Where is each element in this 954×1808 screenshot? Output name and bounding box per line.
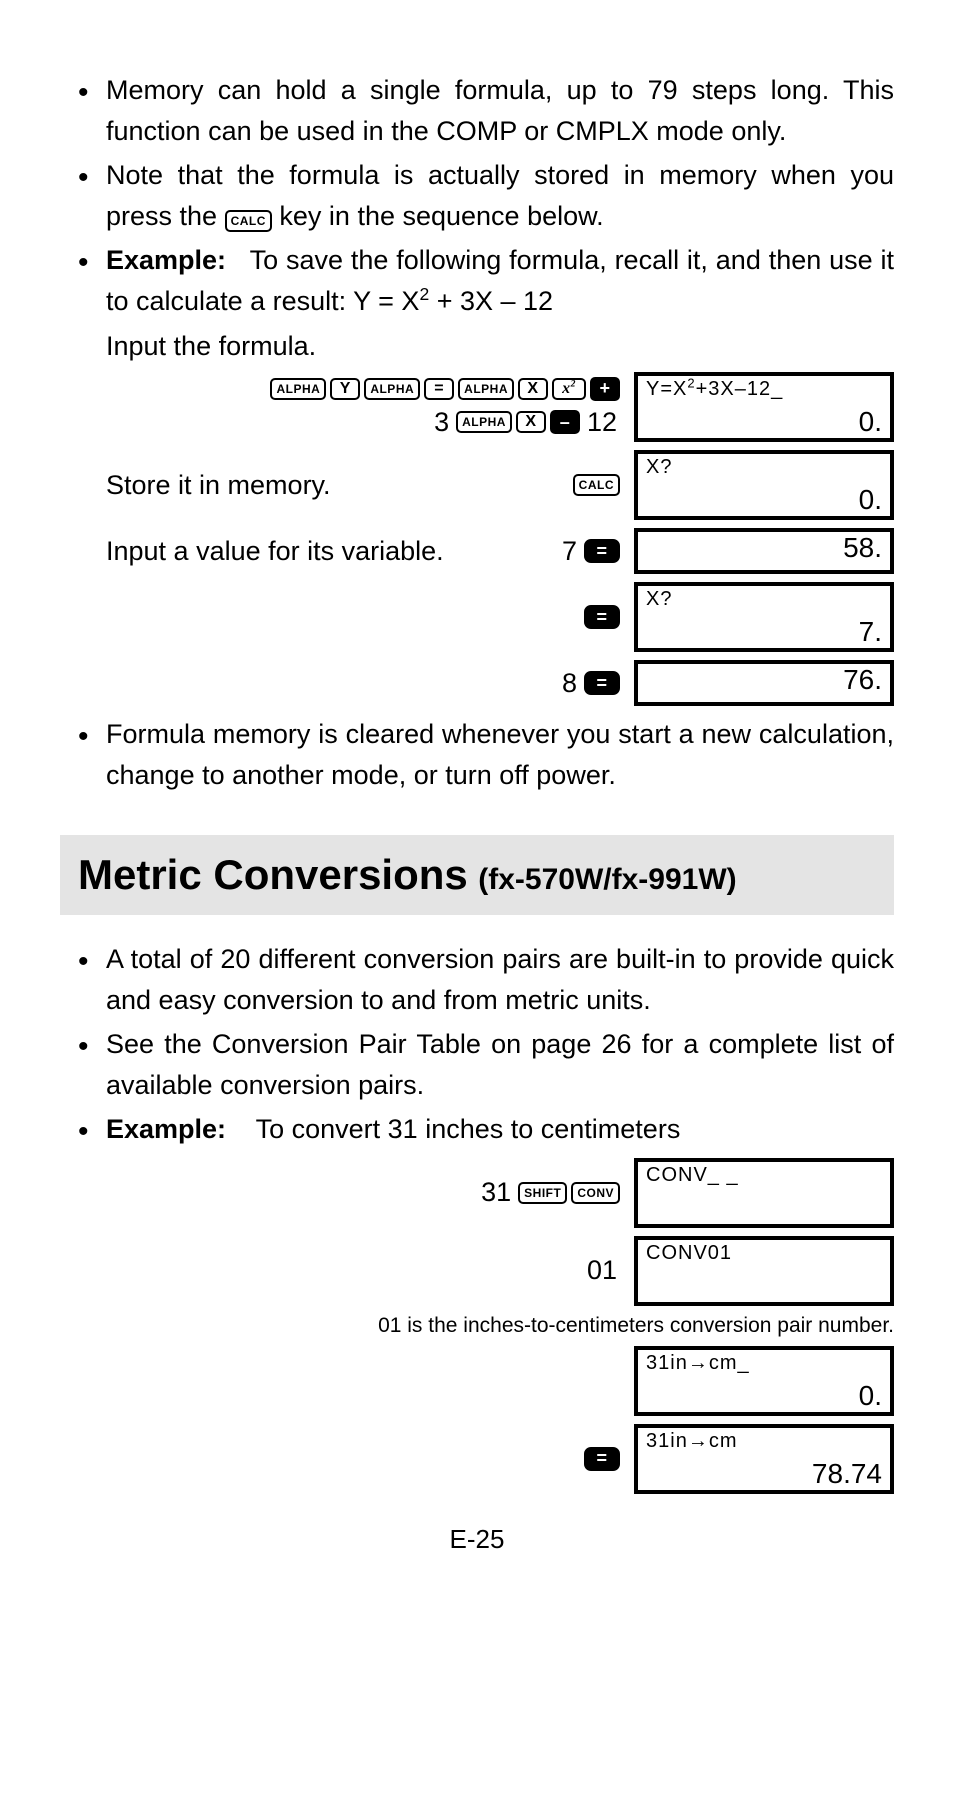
alpha-key: ALPHA <box>456 411 512 433</box>
calc-display: 58. <box>634 528 894 574</box>
example-text: To convert 31 inches to centimeters <box>256 1114 681 1144</box>
key-sequence: CALC <box>573 474 620 496</box>
y-key: Y <box>330 378 360 400</box>
step-row-3: Input a value for its variable. 7 = 58. <box>60 528 894 574</box>
step-label: Input a value for its variable. <box>60 536 559 567</box>
bullet-item: See the Conversion Pair Table on page 26… <box>60 1024 894 1105</box>
bullet-list-after: Formula memory is cleared whenever you s… <box>60 714 894 795</box>
calc-display: CONV_ _ <box>634 1158 894 1228</box>
example-text <box>234 1114 249 1144</box>
bullet-list-conv: A total of 20 different conversion pairs… <box>60 939 894 1150</box>
literal-31: 31 <box>481 1177 511 1208</box>
display-bottom-line <box>646 1194 882 1222</box>
alpha-key: ALPHA <box>458 378 514 400</box>
bullet-item: Note that the formula is actually stored… <box>60 155 894 236</box>
example-bullet: Example: To convert 31 inches to centime… <box>60 1109 894 1150</box>
equals-key: = <box>424 378 454 400</box>
bullet-item: A total of 20 different conversion pairs… <box>60 939 894 1020</box>
calc-display: X? 0. <box>634 450 894 520</box>
display-top-line: 31in→cm <box>646 1430 882 1452</box>
heading-sub: (fx-570W/fx-991W) <box>478 863 736 896</box>
calc-display: Y=X2+3X–12_ 0. <box>634 372 894 442</box>
equals-exec-key: = <box>584 605 620 629</box>
example-bullet: Example: To save the following formula, … <box>60 240 894 321</box>
step-row-1: ALPHA Y ALPHA = ALPHA X x2 + 3 ALPHA X –… <box>60 372 894 442</box>
display-top-line: Y=X2+3X–12_ <box>646 378 882 400</box>
display-bottom-line: 78.74 <box>646 1460 882 1488</box>
literal-3: 3 <box>434 407 449 438</box>
x-key: X <box>516 411 546 433</box>
key-sequence: 7 = <box>559 536 620 567</box>
conv-row-1: 31 SHIFT CONV CONV_ _ <box>60 1158 894 1228</box>
literal-01: 01 <box>587 1255 617 1286</box>
key-sequence: = <box>584 1447 620 1471</box>
conversion-pair-note: 01 is the inches-to-centimeters conversi… <box>60 1314 894 1338</box>
bullet-item: Formula memory is cleared whenever you s… <box>60 714 894 795</box>
example-label: Example: <box>106 245 226 275</box>
display-bottom-line: 76. <box>646 666 882 694</box>
calc-display: X? 7. <box>634 582 894 652</box>
example-label: Example: <box>106 1114 226 1144</box>
page-number: E-25 <box>60 1524 894 1555</box>
literal-7: 7 <box>562 536 577 567</box>
key-sequence-line1: ALPHA Y ALPHA = ALPHA X x2 + <box>270 377 620 401</box>
calc-display: CONV01 <box>634 1236 894 1306</box>
step-row-4: = X? 7. <box>60 582 894 652</box>
instruction-text: Input the formula. <box>106 331 894 362</box>
display-bottom-line <box>646 1272 882 1300</box>
calc-key: CALC <box>573 474 620 496</box>
shift-key: SHIFT <box>518 1182 567 1204</box>
key-sequence: 8 = <box>559 668 620 699</box>
key-sequence: = <box>584 605 620 629</box>
heading-main: Metric Conversions <box>78 851 468 898</box>
literal-12: 12 <box>587 407 617 438</box>
display-bottom-line: 58. <box>646 534 882 562</box>
step-row-2: Store it in memory. CALC X? 0. <box>60 450 894 520</box>
calc-key-inline: CALC <box>225 210 272 232</box>
step-label: Store it in memory. <box>60 470 573 501</box>
display-bottom-line: 0. <box>646 408 882 436</box>
key-sequence-lines: ALPHA Y ALPHA = ALPHA X x2 + 3 ALPHA X –… <box>270 377 620 438</box>
display-top-line: 31in→cm_ <box>646 1352 882 1374</box>
section-heading: Metric Conversions (fx-570W/fx-991W) <box>60 835 894 915</box>
bullet-list-top: Memory can hold a single formula, up to … <box>60 70 894 321</box>
display-bottom-line: 7. <box>646 618 882 646</box>
calc-display: 31in→cm_ 0. <box>634 1346 894 1416</box>
display-top-line: CONV01 <box>646 1242 882 1264</box>
conv-row-4: = 31in→cm 78.74 <box>60 1424 894 1494</box>
bullet-text-suffix: key in the sequence below. <box>279 201 603 231</box>
conv-key: CONV <box>571 1182 620 1204</box>
page-root: Memory can hold a single formula, up to … <box>0 0 954 1595</box>
key-sequence-line2: 3 ALPHA X – 12 <box>431 407 620 438</box>
key-sequence: 01 <box>584 1255 620 1286</box>
equals-exec-key: = <box>584 671 620 695</box>
display-top-line: X? <box>646 588 882 610</box>
x-squared-key: x2 <box>552 378 586 400</box>
equals-exec-key: = <box>584 1447 620 1471</box>
alpha-key: ALPHA <box>270 378 326 400</box>
conv-row-2: 01 CONV01 <box>60 1236 894 1306</box>
minus-key: – <box>550 410 580 434</box>
literal-8: 8 <box>562 668 577 699</box>
display-top-line: CONV_ _ <box>646 1164 882 1186</box>
bullet-item: Memory can hold a single formula, up to … <box>60 70 894 151</box>
display-top-line: X? <box>646 456 882 478</box>
x-key: X <box>518 378 548 400</box>
plus-key: + <box>590 377 620 401</box>
calc-display: 31in→cm 78.74 <box>634 1424 894 1494</box>
key-sequence: 31 SHIFT CONV <box>478 1177 620 1208</box>
alpha-key: ALPHA <box>364 378 420 400</box>
display-bottom-line: 0. <box>646 486 882 514</box>
equals-exec-key: = <box>584 539 620 563</box>
step-row-5: 8 = 76. <box>60 660 894 706</box>
calc-display: 76. <box>634 660 894 706</box>
conv-row-3: 31in→cm_ 0. <box>60 1346 894 1416</box>
display-bottom-line: 0. <box>646 1382 882 1410</box>
